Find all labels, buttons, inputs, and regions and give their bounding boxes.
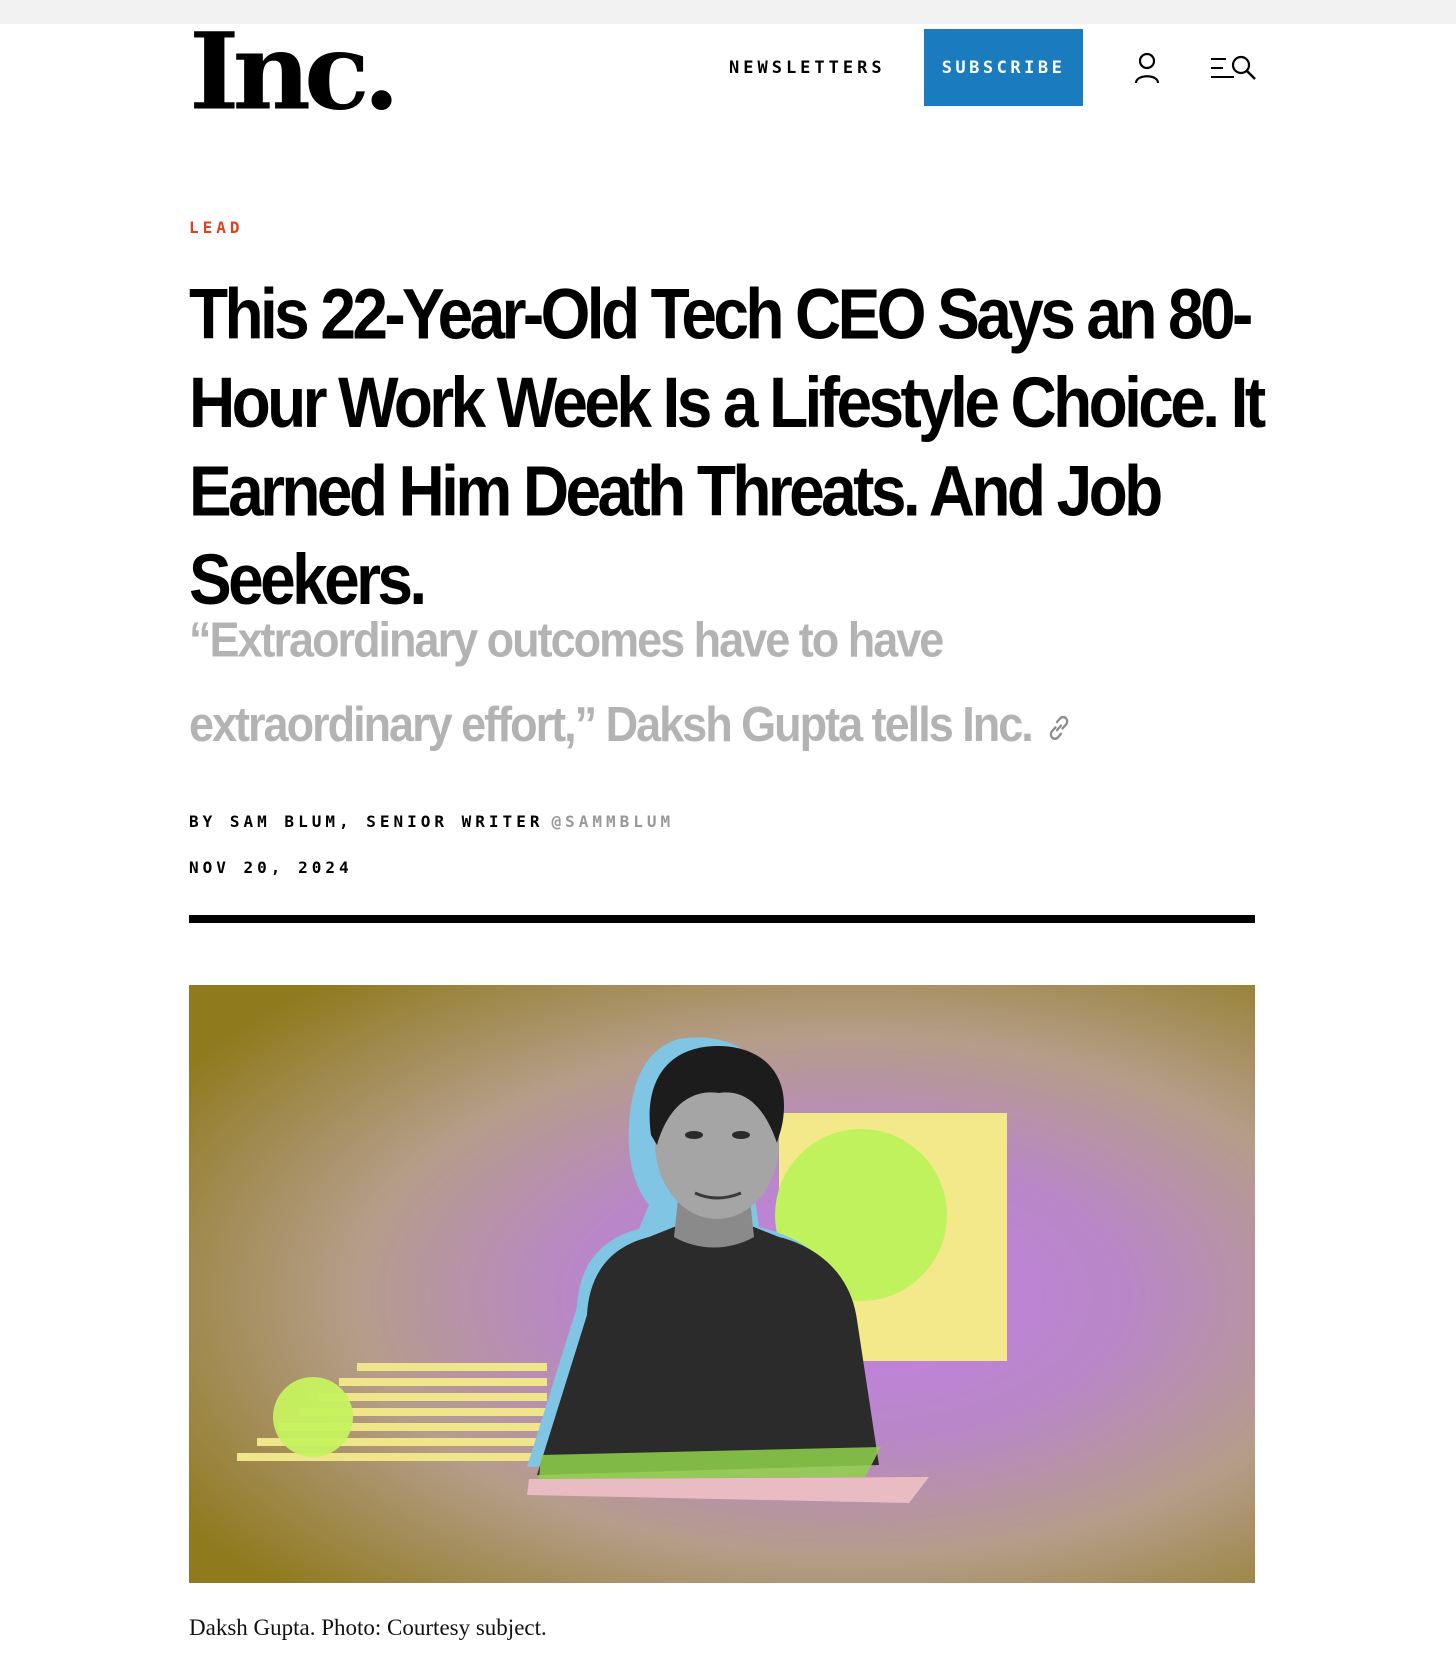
subject-body-shape — [537, 1225, 879, 1475]
newsletters-link[interactable]: NEWSLETTERS — [729, 58, 886, 78]
publish-date: NOV 20, 2024 — [189, 858, 353, 877]
inc-logo[interactable]: Inc. — [189, 19, 400, 125]
byline-author[interactable]: BY SAM BLUM, SENIOR WRITER — [189, 812, 543, 831]
subscribe-button[interactable]: SUBSCRIBE — [924, 29, 1083, 106]
byline: BY SAM BLUM, SENIOR WRITER @SAMMBLUM — [189, 812, 674, 831]
twitter-handle[interactable]: @SAMMBLUM — [551, 812, 674, 831]
article-headline: This 22-Year-Old Tech CEO Says an 80-Hou… — [189, 273, 1266, 620]
article-dek: “Extraordinary outcomes have to have ext… — [189, 597, 1189, 766]
user-icon[interactable] — [1133, 52, 1161, 84]
menu-search-icon[interactable] — [1210, 55, 1258, 81]
hero-image — [189, 985, 1255, 1583]
image-caption: Daksh Gupta. Photo: Courtesy subject. — [189, 1615, 547, 1640]
hero-illustration — [237, 1037, 1007, 1503]
small-green-circle-shape — [273, 1377, 353, 1457]
plinth-shape — [527, 1477, 929, 1503]
category-kicker[interactable]: LEAD — [189, 218, 244, 237]
section-divider — [189, 915, 1255, 923]
dek-text: “Extraordinary outcomes have to have ext… — [189, 611, 1034, 753]
link-icon[interactable] — [1046, 714, 1072, 743]
